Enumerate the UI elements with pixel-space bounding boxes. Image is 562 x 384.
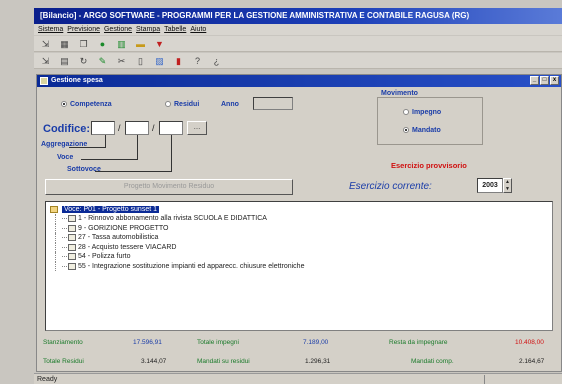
movimento-group bbox=[377, 97, 483, 145]
folder-icon bbox=[50, 205, 58, 213]
progetto-movimento-button[interactable]: Progetto Movimento Residuo bbox=[45, 179, 293, 195]
bracket-line bbox=[81, 159, 138, 160]
help-icon[interactable]: ? bbox=[191, 55, 204, 67]
separator-slash: / bbox=[152, 123, 155, 133]
tree-item[interactable]: 1 - Rinnovo abbonamento alla rivista SCU… bbox=[50, 214, 548, 224]
tree-item[interactable]: 27 - Tassa automobilistica bbox=[50, 233, 548, 243]
stanziamento-label: Stanziamento bbox=[43, 339, 83, 346]
copy-icon[interactable]: ❐ bbox=[77, 38, 90, 50]
mandati-su-residui-label: Mandati su residui bbox=[197, 358, 250, 365]
totale-residui-label: Totale Residui bbox=[43, 358, 84, 365]
window-title-bar[interactable]: Gestione spesa _ □ x bbox=[37, 75, 561, 87]
esercizio-provvisorio-label: Esercizio provvisorio bbox=[391, 161, 467, 170]
totale-impegni-label: Totale impegni bbox=[197, 339, 239, 346]
table-icon[interactable]: ▤ bbox=[58, 55, 71, 67]
tree-item[interactable]: 55 - Integrazione sostituzione impianti … bbox=[50, 261, 548, 272]
radio-dot-icon bbox=[403, 127, 409, 134]
funnel-icon[interactable]: ▼ bbox=[153, 38, 166, 50]
window-controls: _ □ x bbox=[530, 76, 559, 85]
status-divider bbox=[484, 375, 485, 384]
tree-root[interactable]: Voce: P01 - Progetto sunset 1 bbox=[50, 204, 548, 214]
window-icon bbox=[40, 77, 48, 85]
code-field-aggregazione[interactable] bbox=[91, 121, 115, 135]
document-icon bbox=[68, 215, 76, 223]
anno-label: Anno bbox=[221, 101, 239, 108]
mandati-comp-label: Mandati comp. bbox=[411, 358, 454, 365]
globe-icon[interactable]: ● bbox=[96, 38, 109, 50]
app-title: [Bilancio] - ARGO SOFTWARE - PROGRAMMI P… bbox=[40, 11, 470, 20]
tree-item[interactable]: 28 - Acquisto tessere VIACARD bbox=[50, 242, 548, 253]
status-bar: Ready bbox=[34, 373, 562, 384]
mandati-su-residui-value: 1.296,31 bbox=[305, 358, 331, 365]
menu-sistema[interactable]: Sistema bbox=[38, 24, 63, 35]
resta-da-impegnare-label: Resta da impegnare bbox=[389, 339, 448, 346]
esercizio-corrente-field[interactable]: 2003 bbox=[477, 178, 503, 193]
image-icon[interactable]: ▨ bbox=[153, 55, 166, 67]
resta-da-impegnare-value: 10.408,00 bbox=[515, 339, 544, 346]
door-icon[interactable]: ⇲ bbox=[39, 38, 52, 50]
totale-residui-value: 3.144,07 bbox=[141, 358, 167, 365]
radio-impegno[interactable]: Impegno bbox=[403, 109, 441, 116]
menu-gestione[interactable]: Gestione bbox=[104, 24, 132, 35]
radio-dot-icon bbox=[165, 101, 171, 108]
totale-impegni-value: 7.189,00 bbox=[303, 339, 329, 346]
aggregazione-label: Aggregazione bbox=[41, 141, 88, 148]
gestione-spesa-window: Gestione spesa _ □ x Competenza Residui … bbox=[36, 74, 562, 372]
bracket-line bbox=[105, 135, 106, 147]
folder-icon[interactable]: ▬ bbox=[134, 38, 147, 50]
bracket-line bbox=[95, 171, 172, 172]
door-icon[interactable]: ⇲ bbox=[39, 55, 52, 67]
document-icon bbox=[68, 253, 76, 261]
voce-tree[interactable]: Voce: P01 - Progetto sunset 1 1 - Rinnov… bbox=[45, 201, 553, 331]
anno-field[interactable] bbox=[253, 97, 293, 110]
bracket-line bbox=[171, 135, 172, 171]
menu-aiuto[interactable]: Aiuto bbox=[190, 24, 206, 35]
voce-label: Voce bbox=[57, 154, 74, 161]
separator-slash: / bbox=[118, 123, 121, 133]
tree-item[interactable]: 9 - GORIZIONE PROGETTO bbox=[50, 223, 548, 234]
chart-icon[interactable]: ▥ bbox=[115, 38, 128, 50]
pen-icon[interactable]: ✎ bbox=[96, 55, 109, 67]
radio-mandato[interactable]: Mandato bbox=[403, 127, 441, 134]
tree-root-label: Voce: P01 - Progetto sunset 1 bbox=[62, 205, 160, 213]
maximize-icon[interactable]: □ bbox=[540, 76, 549, 85]
radio-dot-icon bbox=[403, 109, 409, 116]
document-icon bbox=[68, 224, 76, 232]
tree-item[interactable]: 54 - Polizza furto bbox=[50, 252, 548, 262]
esercizio-corrente-label: Esercizio corrente: bbox=[349, 181, 432, 192]
movimento-title: Movimento bbox=[381, 90, 418, 97]
menu-tabelle[interactable]: Tabelle bbox=[164, 24, 186, 35]
question-icon[interactable]: ¿ bbox=[210, 55, 223, 67]
menu-previsione[interactable]: Previsione bbox=[67, 24, 100, 35]
refresh-icon[interactable]: ↻ bbox=[77, 55, 90, 67]
bracket-line bbox=[137, 135, 138, 159]
sottovoce-label: Sottovoce bbox=[67, 166, 101, 173]
menu-stampa[interactable]: Stampa bbox=[136, 24, 160, 35]
code-field-voce[interactable] bbox=[125, 121, 149, 135]
page-icon[interactable]: ▯ bbox=[134, 55, 147, 67]
stanziamento-value: 17.596,91 bbox=[133, 339, 162, 346]
window-title: Gestione spesa bbox=[51, 77, 103, 84]
mandati-comp-value: 2.164,67 bbox=[519, 358, 545, 365]
codifice-label: Codifice: bbox=[43, 123, 91, 135]
year-spinner[interactable]: ▲ ▼ bbox=[503, 178, 512, 193]
document-icon bbox=[68, 243, 76, 251]
document-icon bbox=[68, 234, 76, 242]
close-icon[interactable]: x bbox=[550, 76, 559, 85]
status-text: Ready bbox=[37, 376, 58, 383]
cut-icon[interactable]: ✂ bbox=[115, 55, 128, 67]
radio-residui[interactable]: Residui bbox=[165, 101, 199, 108]
grid-icon[interactable]: ▦ bbox=[58, 38, 71, 50]
radio-competenza[interactable]: Competenza bbox=[61, 101, 112, 108]
book-icon[interactable]: ▮ bbox=[172, 55, 185, 67]
radio-dot-icon bbox=[61, 101, 67, 108]
app-title-bar: [Bilancio] - ARGO SOFTWARE - PROGRAMMI P… bbox=[34, 8, 562, 24]
minimize-icon[interactable]: _ bbox=[530, 76, 539, 85]
lookup-button[interactable]: … bbox=[187, 121, 207, 135]
document-icon bbox=[68, 262, 76, 270]
code-field-sottovoce[interactable] bbox=[159, 121, 183, 135]
